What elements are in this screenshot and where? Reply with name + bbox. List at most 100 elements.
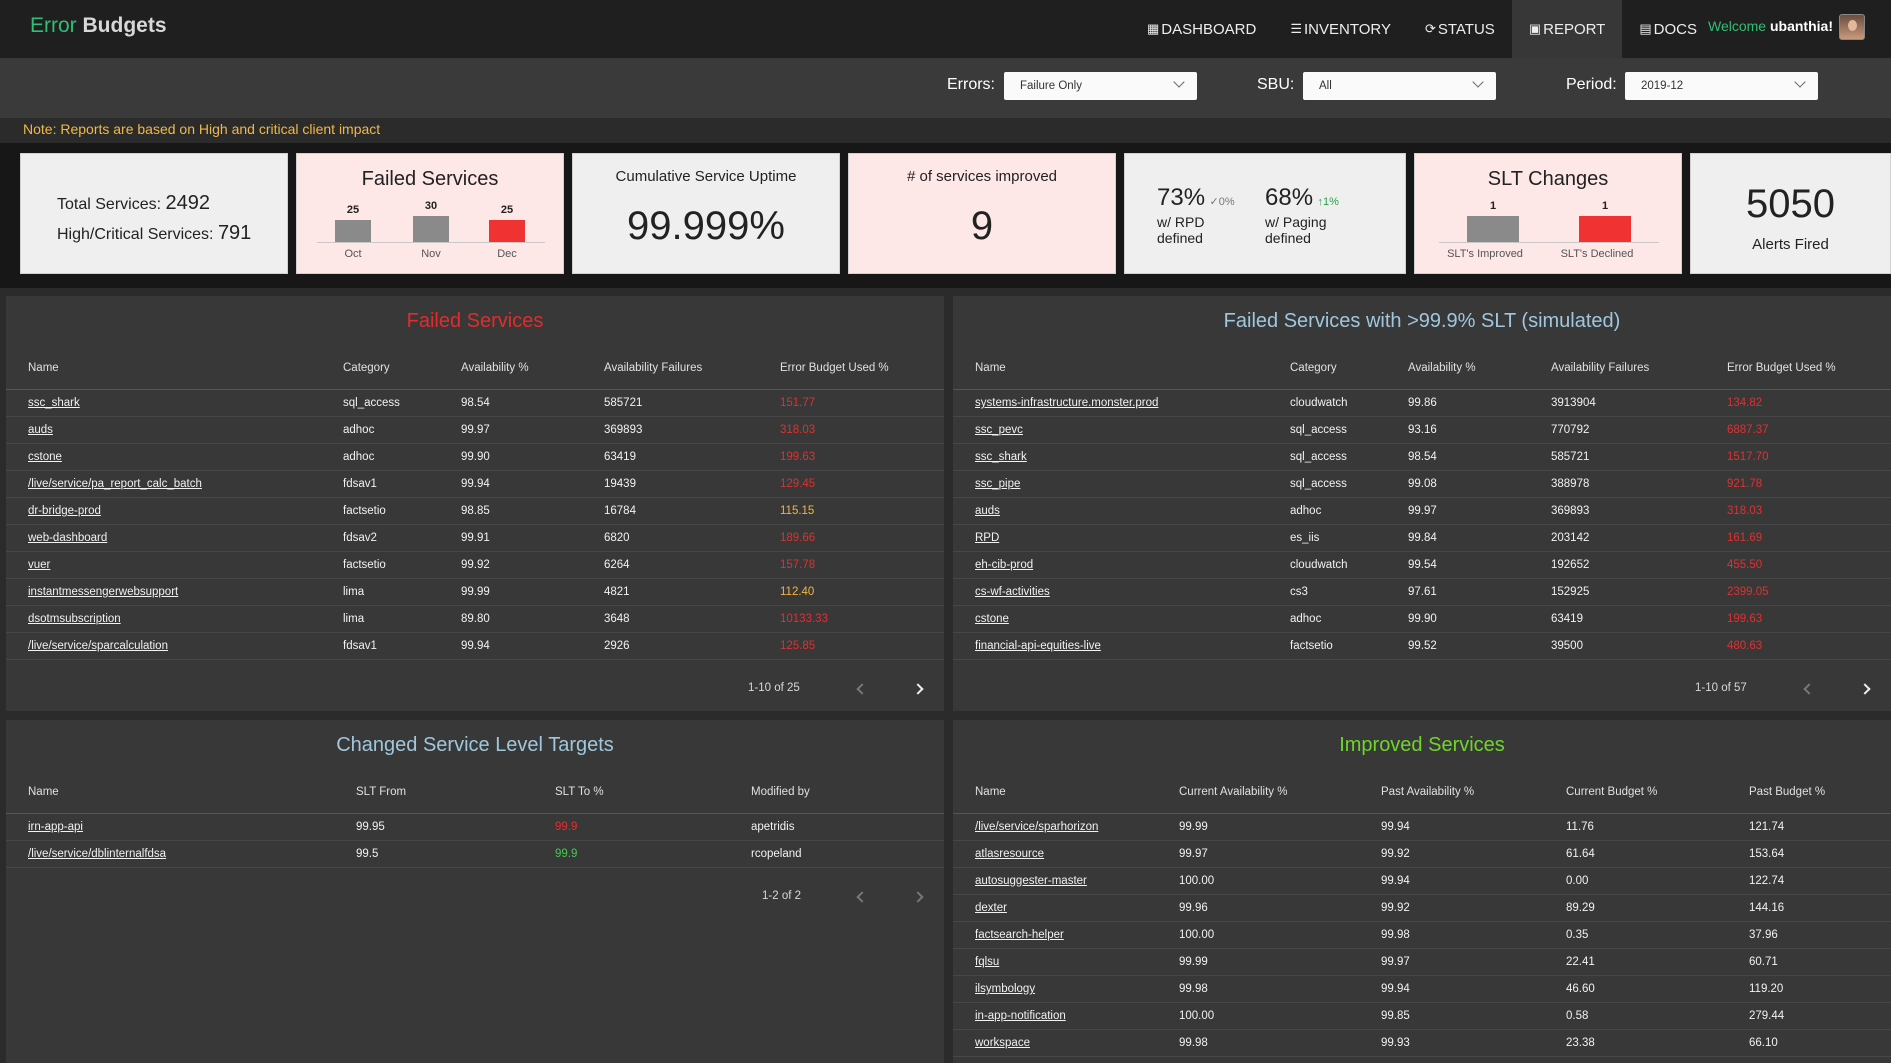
- col-name[interactable]: Name: [28, 786, 59, 798]
- service-link[interactable]: RPD: [975, 532, 999, 544]
- table-row[interactable]: auds adhoc 99.97 369893 318.03: [953, 498, 1891, 525]
- table-row[interactable]: cstone adhoc 99.90 63419 199.63: [953, 606, 1891, 633]
- table-row[interactable]: /live/service/sparhorizon 99.99 99.94 11.76…: [953, 814, 1891, 841]
- table-row[interactable]: atlasresource 99.97 99.92 61.64 153.64: [953, 841, 1891, 868]
- table-row[interactable]: /live/service/sparcalculation fdsav1 99.94…: [6, 633, 944, 660]
- col-availability-failures[interactable]: Availability Failures: [1551, 362, 1649, 374]
- table-row[interactable]: ssc_pevc sql_access 93.16 770792 6887.37: [953, 417, 1891, 444]
- table-row[interactable]: workspace 99.98 99.93 23.38 66.10: [953, 1030, 1891, 1057]
- service-link[interactable]: financial-api-equities-live: [975, 640, 1101, 652]
- table-row[interactable]: ilsymbology 99.98 99.94 46.60 119.20: [953, 976, 1891, 1003]
- service-link[interactable]: fqlsu: [975, 956, 999, 968]
- table-row[interactable]: cstone adhoc 99.90 63419 199.63: [6, 444, 944, 471]
- service-link[interactable]: cs-wf-activities: [975, 586, 1050, 598]
- table-row[interactable]: dexter 99.96 99.92 89.29 144.16: [953, 895, 1891, 922]
- failed-services-card[interactable]: Failed Services 25 Oct 30 Nov 25 Dec: [296, 153, 564, 274]
- service-link[interactable]: eh-cib-prod: [975, 559, 1033, 571]
- service-link[interactable]: cstone: [975, 613, 1009, 625]
- table-row[interactable]: autosuggester-master 100.00 99.94 0.00 122.7…: [953, 868, 1891, 895]
- next-page-icon[interactable]: [912, 683, 924, 695]
- service-link[interactable]: autosuggester-master: [975, 875, 1087, 887]
- chart-bar[interactable]: [335, 220, 371, 242]
- chart-bar[interactable]: [489, 220, 525, 242]
- table-row[interactable]: dr-bridge-prod factsetio 98.85 16784 115.15: [6, 498, 944, 525]
- next-page-icon[interactable]: [912, 891, 924, 903]
- errors-filter-select[interactable]: Failure Only: [1004, 72, 1197, 100]
- table-row[interactable]: web-dashboard fdsav2 99.91 6820 189.66: [6, 525, 944, 552]
- chart-bar[interactable]: [1579, 216, 1631, 242]
- service-link[interactable]: irn-app-api: [28, 821, 83, 833]
- nav-inventory[interactable]: ☰ INVENTORY: [1273, 0, 1408, 58]
- table-row[interactable]: /live/service/dblinternalfdsa 99.5 99.9 rco…: [6, 841, 944, 868]
- col-current-availability[interactable]: Current Availability %: [1179, 786, 1287, 798]
- col-category[interactable]: Category: [343, 362, 390, 374]
- service-link[interactable]: /live/service/dblinternalfdsa: [28, 848, 166, 860]
- table-row[interactable]: ssc_shark sql_access 98.54 585721 1517.70: [953, 444, 1891, 471]
- chart-bar[interactable]: [413, 216, 449, 242]
- table-row[interactable]: fqlsu 99.99 99.97 22.41 60.71: [953, 949, 1891, 976]
- col-name[interactable]: Name: [28, 362, 59, 374]
- improved-count-card[interactable]: # of services improved 9: [848, 153, 1116, 274]
- col-availability[interactable]: Availability %: [461, 362, 529, 374]
- col-current-budget[interactable]: Current Budget %: [1566, 786, 1657, 798]
- col-past-availability[interactable]: Past Availability %: [1381, 786, 1474, 798]
- table-row[interactable]: RPD es_iis 99.84 203142 161.69: [953, 525, 1891, 552]
- nav-dashboard[interactable]: ▦ DASHBOARD: [1130, 0, 1273, 58]
- nav-report[interactable]: ▣ REPORT: [1511, 0, 1623, 58]
- service-link[interactable]: dr-bridge-prod: [28, 505, 101, 517]
- table-row[interactable]: cs-wf-activities cs3 97.61 152925 2399.05: [953, 579, 1891, 606]
- col-name[interactable]: Name: [975, 362, 1006, 374]
- col-past-budget[interactable]: Past Budget %: [1749, 786, 1825, 798]
- slt-changes-card[interactable]: SLT Changes 1 SLT's Improved 1 SLT's Declin…: [1414, 153, 1682, 274]
- table-row[interactable]: eh-cib-prod cloudwatch 99.54 192652 455.50: [953, 552, 1891, 579]
- table-row[interactable]: irn-app-api 99.95 99.9 apetridis: [6, 814, 944, 841]
- table-row[interactable]: factsearch-helper 100.00 99.98 0.35 37.96: [953, 922, 1891, 949]
- table-row[interactable]: dsotmsubscription lima 89.80 3648 10133.33: [6, 606, 944, 633]
- period-filter-select[interactable]: 2019-12: [1625, 72, 1818, 100]
- col-availability[interactable]: Availability %: [1408, 362, 1476, 374]
- service-link[interactable]: in-app-notification: [975, 1010, 1066, 1022]
- service-link[interactable]: systems-infrastructure.monster.prod: [975, 397, 1158, 409]
- service-link[interactable]: /live/service/sparcalculation: [28, 640, 168, 652]
- col-modified-by[interactable]: Modified by: [751, 786, 810, 798]
- table-row[interactable]: in-app-notification 100.00 99.85 0.58 279.44: [953, 1003, 1891, 1030]
- table-row[interactable]: systems-infrastructure.monster.prod cloud…: [953, 390, 1891, 417]
- col-slt-to[interactable]: SLT To %: [555, 786, 604, 798]
- service-link[interactable]: workspace: [975, 1037, 1030, 1049]
- sbu-filter-select[interactable]: All: [1303, 72, 1496, 100]
- service-link[interactable]: dexter: [975, 902, 1007, 914]
- service-link[interactable]: dsotmsubscription: [28, 613, 121, 625]
- col-category[interactable]: Category: [1290, 362, 1337, 374]
- col-error-budget[interactable]: Error Budget Used %: [780, 362, 889, 374]
- service-link[interactable]: instantmessengerwebsupport: [28, 586, 178, 598]
- service-link[interactable]: atlasresource: [975, 848, 1044, 860]
- service-link[interactable]: ssc_pipe: [975, 478, 1020, 490]
- service-link[interactable]: auds: [975, 505, 1000, 517]
- col-error-budget[interactable]: Error Budget Used %: [1727, 362, 1836, 374]
- table-row[interactable]: financial-api-equities-live factsetio 99.5…: [953, 633, 1891, 660]
- col-availability-failures[interactable]: Availability Failures: [604, 362, 702, 374]
- prev-page-icon[interactable]: [856, 891, 868, 903]
- avatar[interactable]: [1839, 14, 1865, 40]
- table-row[interactable]: instantmessengerwebsupport lima 99.99 4821 1…: [6, 579, 944, 606]
- service-link[interactable]: /live/service/pa_report_calc_batch: [28, 478, 202, 490]
- service-link[interactable]: ssc_pevc: [975, 424, 1023, 436]
- prev-page-icon[interactable]: [856, 683, 868, 695]
- service-link[interactable]: ssc_shark: [28, 397, 80, 409]
- table-row[interactable]: ssc_pipe sql_access 99.08 388978 921.78: [953, 471, 1891, 498]
- service-link[interactable]: factsearch-helper: [975, 929, 1064, 941]
- service-link[interactable]: ssc_shark: [975, 451, 1027, 463]
- nav-docs[interactable]: ▤ DOCS: [1622, 0, 1714, 58]
- prev-page-icon[interactable]: [1803, 683, 1815, 695]
- table-row[interactable]: /live/service/pa_report_calc_batch fdsav1…: [6, 471, 944, 498]
- app-brand[interactable]: Error Budgets: [30, 14, 167, 38]
- chart-bar[interactable]: [1467, 216, 1519, 242]
- col-slt-from[interactable]: SLT From: [356, 786, 406, 798]
- table-row[interactable]: ssc_shark sql_access 98.54 585721 151.77: [6, 390, 944, 417]
- service-link[interactable]: web-dashboard: [28, 532, 107, 544]
- col-name[interactable]: Name: [975, 786, 1006, 798]
- service-link[interactable]: ilsymbology: [975, 983, 1035, 995]
- service-link[interactable]: /live/service/sparhorizon: [975, 821, 1098, 833]
- nav-status[interactable]: ⟳ STATUS: [1408, 0, 1512, 58]
- table-row[interactable]: vuer factsetio 99.92 6264 157.78: [6, 552, 944, 579]
